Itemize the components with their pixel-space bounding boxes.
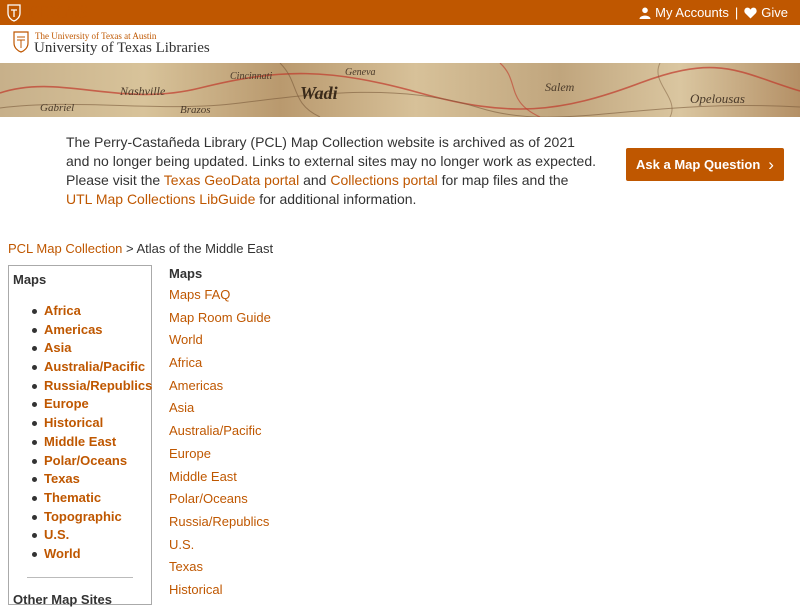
breadcrumb: PCL Map Collection > Atlas of the Middle… — [8, 241, 273, 256]
sidebar-link[interactable]: U.S. — [44, 527, 69, 542]
sidebar-link[interactable]: Europe — [44, 396, 89, 411]
notice-text: for additional information. — [255, 191, 417, 207]
banner-label: Brazos — [180, 104, 211, 116]
top-links: My Accounts | Give — [639, 5, 788, 20]
banner-label: Geneva — [345, 67, 376, 78]
breadcrumb-pcl-link[interactable]: PCL Map Collection — [8, 241, 122, 256]
main-link-texas[interactable]: Texas — [169, 556, 271, 579]
user-icon — [639, 7, 651, 19]
sidebar-item-middle-east: Middle East — [31, 433, 152, 452]
main-link-europe[interactable]: Europe — [169, 443, 271, 466]
ask-map-question-button[interactable]: Ask a Map Question › — [626, 148, 784, 181]
banner-label: Gabriel — [40, 102, 74, 114]
main-link-maps-faq[interactable]: Maps FAQ — [169, 284, 271, 307]
banner-label: Opelousas — [690, 91, 745, 106]
breadcrumb-current: Atlas of the Middle East — [136, 241, 274, 256]
main-link-world[interactable]: World — [169, 329, 271, 352]
chevron-right-icon: › — [768, 155, 774, 174]
main-link-historical[interactable]: Historical — [169, 579, 271, 602]
map-banner: Nashville Cincinnati Geneva Wadi Salem O… — [0, 63, 800, 117]
main-link-russia-republics[interactable]: Russia/Republics — [169, 511, 271, 534]
sidebar-item-texas: Texas — [31, 470, 152, 489]
texas-geodata-link[interactable]: Texas GeoData portal — [164, 172, 299, 188]
sidebar-item-topographic: Topographic — [31, 508, 152, 527]
notice-text: and — [299, 172, 331, 188]
ask-button-label: Ask a Map Question — [636, 157, 761, 172]
sidebar-link[interactable]: Asia — [44, 340, 71, 355]
sidebar-link[interactable]: Africa — [44, 303, 81, 318]
main-heading: Maps — [169, 266, 203, 281]
banner-label: Cincinnati — [230, 71, 272, 82]
collections-portal-link[interactable]: Collections portal — [330, 172, 437, 188]
texas-logo-link[interactable]: TEXAS — [7, 2, 89, 24]
sidebar-link[interactable]: Thematic — [44, 490, 101, 505]
sidebar-item-russia-republics: Russia/Republics — [31, 377, 152, 396]
banner-label: Wadi — [300, 83, 338, 103]
sidebar-link[interactable]: Polar/Oceans — [44, 453, 127, 468]
ut-seal-icon — [13, 31, 29, 53]
main-link-asia[interactable]: Asia — [169, 397, 271, 420]
give-link[interactable]: Give — [744, 5, 788, 20]
my-accounts-link[interactable]: My Accounts — [639, 5, 729, 20]
sidebar-item-europe: Europe — [31, 395, 152, 414]
sidebar-link[interactable]: Australia/Pacific — [44, 359, 145, 374]
libguide-link[interactable]: UTL Map Collections LibGuide — [66, 191, 255, 207]
sidebar-item-thematic: Thematic — [31, 489, 152, 508]
main-link-australia-pacific[interactable]: Australia/Pacific — [169, 420, 271, 443]
sidebar-link[interactable]: Russia/Republics — [44, 378, 152, 393]
main-link-polar-oceans[interactable]: Polar/Oceans — [169, 488, 271, 511]
sidebar-item-africa: Africa — [31, 302, 152, 321]
sidebar-list: Africa Americas Asia Australia/Pacific R… — [9, 302, 152, 564]
sidebar-link[interactable]: World — [44, 546, 81, 561]
sidebar-item-polar-oceans: Polar/Oceans — [31, 452, 152, 471]
top-bar: TEXAS My Accounts | Give — [0, 0, 800, 25]
main-link-africa[interactable]: Africa — [169, 352, 271, 375]
main-link-middle-east[interactable]: Middle East — [169, 466, 271, 489]
my-accounts-label: My Accounts — [655, 5, 729, 20]
main-link-us[interactable]: U.S. — [169, 534, 271, 557]
heart-icon — [744, 7, 757, 18]
banner-label: Nashville — [119, 84, 166, 98]
sidebar-divider — [27, 577, 133, 578]
archive-notice: The Perry-Castañeda Library (PCL) Map Co… — [66, 133, 596, 209]
sidebar-link[interactable]: Americas — [44, 322, 103, 337]
sidebar-link[interactable]: Texas — [44, 471, 80, 486]
sidebar-item-australia-pacific: Australia/Pacific — [31, 358, 152, 377]
breadcrumb-separator: > — [122, 241, 137, 256]
brand-text: TEXAS — [25, 2, 89, 23]
sidebar-item-asia: Asia — [31, 339, 152, 358]
sidebar-item-world: World — [31, 545, 152, 564]
shield-icon — [7, 4, 21, 22]
banner-label: Salem — [545, 80, 575, 94]
sidebar-item-us: U.S. — [31, 526, 152, 545]
sidebar-item-americas: Americas — [31, 321, 152, 340]
sidebar: Maps Africa Americas Asia Australia/Paci… — [8, 265, 152, 607]
sidebar-link[interactable]: Historical — [44, 415, 103, 430]
sidebar-item-historical: Historical — [31, 414, 152, 433]
sidebar-link[interactable]: Topographic — [44, 509, 122, 524]
sidebar-heading: Maps — [13, 272, 47, 287]
main-map-list: Maps Maps FAQ Map Room Guide World Afric… — [169, 266, 271, 602]
top-links-separator: | — [734, 5, 739, 20]
map-banner-image: Nashville Cincinnati Geneva Wadi Salem O… — [0, 63, 800, 117]
sidebar-link[interactable]: Middle East — [44, 434, 116, 449]
library-title-link[interactable]: University of Texas Libraries — [34, 40, 210, 57]
notice-text: for map files and the — [437, 172, 569, 188]
main-link-map-room-guide[interactable]: Map Room Guide — [169, 307, 271, 330]
library-header: The University of Texas at Austin Univer… — [0, 25, 800, 63]
give-label: Give — [761, 5, 788, 20]
main-link-americas[interactable]: Americas — [169, 375, 271, 398]
